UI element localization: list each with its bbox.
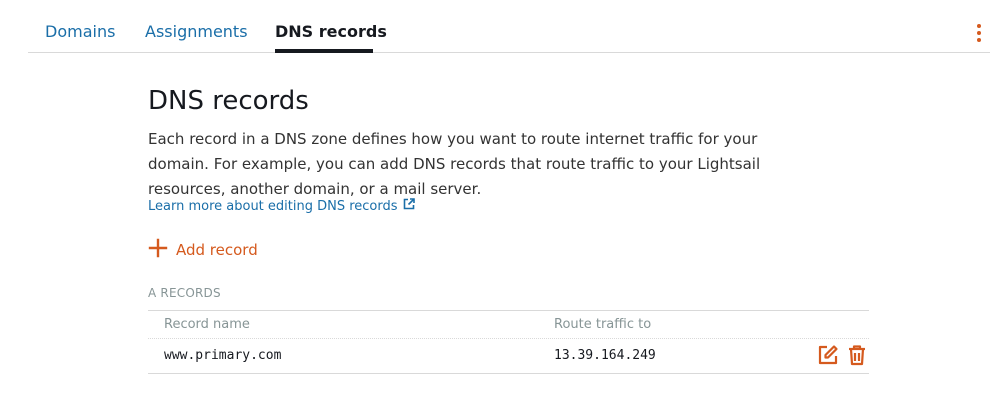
route-traffic-cell: 13.39.164.249 (554, 348, 656, 363)
column-header-route-traffic-to: Route traffic to (554, 317, 652, 332)
page-title: DNS records (148, 86, 309, 116)
record-name-cell: www.primary.com (164, 348, 282, 363)
tab-domains[interactable]: Domains (45, 22, 115, 41)
learn-more-label: Learn more about editing DNS records (148, 198, 398, 214)
table-row: www.primary.com 13.39.164.249 (148, 339, 869, 374)
learn-more-link[interactable]: Learn more about editing DNS records (148, 198, 415, 214)
tab-dns-records[interactable]: DNS records (275, 22, 387, 41)
tab-bar: Domains Assignments DNS records (28, 0, 990, 53)
a-records-table: Record name Route traffic to www.primary… (148, 310, 869, 374)
table-header: Record name Route traffic to (148, 310, 869, 339)
edit-icon[interactable] (817, 344, 839, 366)
page-description: Each record in a DNS zone defines how yo… (148, 130, 761, 198)
kebab-menu-icon[interactable] (974, 24, 984, 42)
a-records-section-label: A RECORDS (148, 286, 221, 300)
tab-assignments[interactable]: Assignments (145, 22, 248, 41)
external-link-icon (403, 198, 415, 214)
add-record-label: Add record (176, 241, 258, 259)
column-header-record-name: Record name (164, 317, 250, 332)
plus-icon (148, 238, 168, 262)
trash-icon[interactable] (846, 344, 868, 366)
active-tab-indicator (275, 49, 373, 53)
add-record-button[interactable]: Add record (148, 238, 258, 262)
